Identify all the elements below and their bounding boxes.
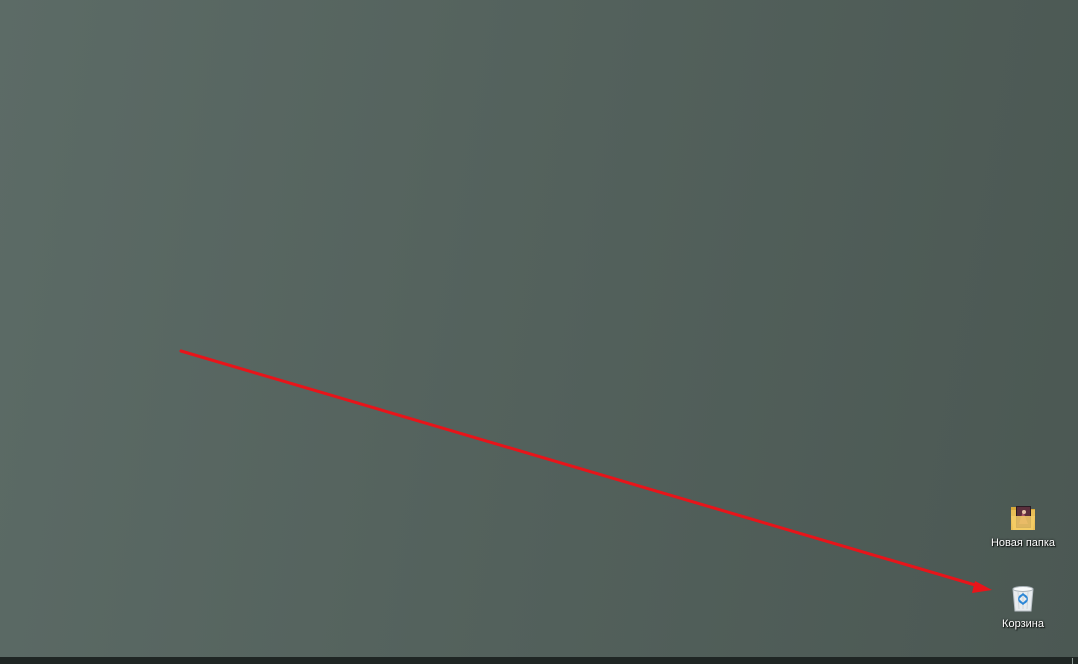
show-desktop-divider [1072,658,1073,664]
taskbar[interactable] [0,657,1078,664]
annotation-arrow [179,349,992,593]
desktop-icon-label: Новая папка [990,537,1056,549]
desktop-icon-recycle-bin[interactable]: Корзина [985,583,1061,655]
recycle-bin-icon [1012,586,1034,612]
annotation-arrow-line [179,349,984,589]
desktop-icon-new-folder[interactable]: Новая папка [985,502,1061,574]
desktop-icon-label: Корзина [1002,618,1044,630]
desktop[interactable]: Новая папка Корзина [0,0,1078,657]
folder-icon [1011,506,1035,530]
